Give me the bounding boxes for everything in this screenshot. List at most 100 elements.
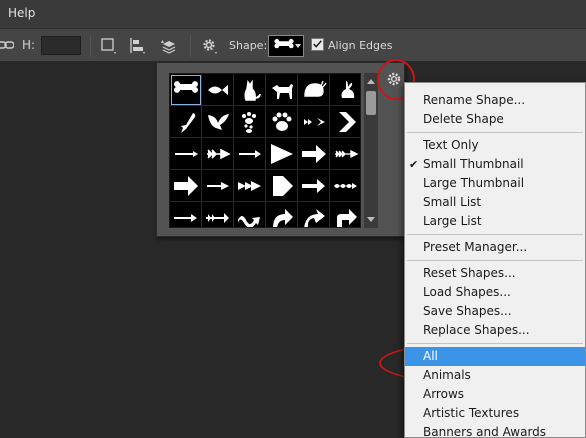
menu-item-arrows[interactable]: Arrows — [405, 385, 585, 404]
block-arrow-icon — [173, 175, 198, 196]
arrow-right-2-icon — [301, 178, 325, 193]
shape-snail[interactable] — [298, 74, 330, 106]
toolbar-separator — [190, 35, 191, 57]
menu-help[interactable]: Help — [8, 6, 35, 20]
shape-picker-button[interactable] — [268, 35, 304, 57]
dove-icon — [207, 113, 229, 130]
shape-bone[interactable] — [170, 74, 202, 106]
menu-item-large-list[interactable]: Large List — [405, 212, 585, 231]
shape-double-chevron-arrow[interactable] — [234, 170, 266, 202]
menu-item-load-shapes[interactable]: Load Shapes... — [405, 283, 585, 302]
scroll-down-icon[interactable] — [367, 217, 375, 222]
menu-separator — [407, 343, 583, 344]
double-chevron-arrow-icon — [237, 180, 261, 191]
menu-item-rename-shape[interactable]: Rename Shape... — [405, 91, 585, 110]
shape-bird[interactable] — [170, 106, 202, 138]
menu-item-artistic-textures[interactable]: Artistic Textures — [405, 404, 585, 423]
bone-icon — [274, 38, 294, 49]
shape-pentagon-arrow[interactable] — [266, 170, 298, 202]
shape-presets-menu: Rename Shape... Delete Shape Text Only Smal… — [404, 82, 586, 438]
paw-icon — [272, 112, 291, 131]
shape-barb-arrow[interactable] — [202, 202, 234, 227]
shape-dove[interactable] — [202, 106, 234, 138]
menu-item-label: Banners and Awards — [423, 425, 547, 438]
gear-icon[interactable] — [201, 37, 219, 55]
path-operations-icon[interactable] — [100, 37, 118, 55]
menu-item-label: Load Shapes... — [423, 285, 511, 299]
shape-long-arrow[interactable] — [170, 202, 202, 227]
menu-item-all[interactable]: All — [405, 347, 585, 366]
shape-dog[interactable] — [266, 74, 298, 106]
shape-fish[interactable] — [202, 74, 234, 106]
menu-item-label: Text Only — [423, 138, 479, 152]
scroll-thumb[interactable] — [366, 91, 376, 115]
shape-picker-panel — [156, 62, 405, 237]
curved-arrow-icon — [272, 208, 293, 227]
shape-arrow-right-bold[interactable] — [298, 138, 330, 170]
shape-arrow-right-2[interactable] — [298, 170, 330, 202]
wavy-arrow-icon — [333, 182, 357, 189]
menu-item-label: Animals — [423, 368, 471, 382]
height-input[interactable] — [41, 36, 81, 55]
menu-item-label: Rename Shape... — [423, 93, 526, 107]
pentagon-arrow-icon — [272, 175, 293, 196]
menu-item-animals[interactable]: Animals — [405, 366, 585, 385]
menu-item-save-shapes[interactable]: Save Shapes... — [405, 302, 585, 321]
menu-item-label: Replace Shapes... — [423, 323, 530, 337]
shape-curved-arrow[interactable] — [266, 202, 298, 227]
path-arrangement-icon[interactable] — [160, 37, 178, 55]
triangle-arrow-icon — [270, 143, 293, 164]
shape-rabbit[interactable] — [330, 74, 360, 106]
shape-thin-arrow-2[interactable] — [202, 170, 234, 202]
feather-arrow-icon — [302, 117, 325, 126]
menu-item-banners-and-awards[interactable]: Banners and Awards — [405, 423, 585, 438]
shape-wavy-arrow[interactable] — [330, 170, 360, 202]
options-bar: H: Shape: Align Edges — [0, 28, 586, 62]
shape-turn-arrow[interactable] — [330, 202, 360, 227]
menu-item-label: All — [423, 349, 438, 363]
align-edges-checkbox[interactable] — [311, 38, 324, 51]
menu-item-delete-shape[interactable]: Delete Shape — [405, 110, 585, 129]
shape-triangle-arrow[interactable] — [266, 138, 298, 170]
checkmark-icon — [313, 40, 322, 48]
shape-squiggle-arrow[interactable] — [234, 202, 266, 227]
scroll-up-icon[interactable] — [367, 79, 375, 84]
shape-curved-arrow-2[interactable] — [298, 202, 330, 227]
menu-item-replace-shapes[interactable]: Replace Shapes... — [405, 321, 585, 340]
barb-arrow-icon — [205, 212, 229, 223]
link-icon[interactable] — [0, 39, 14, 51]
height-label: H: — [22, 38, 36, 52]
shape-paw-prints[interactable] — [234, 106, 266, 138]
long-arrow-icon — [173, 213, 197, 222]
path-alignment-icon[interactable] — [129, 37, 147, 55]
shape-feather-arrow-2[interactable] — [202, 138, 234, 170]
feather-arrow-2-icon — [206, 148, 231, 159]
menu-item-preset-manager[interactable]: Preset Manager... — [405, 238, 585, 257]
menu-separator — [407, 234, 583, 235]
shape-grid-scrollbar[interactable] — [364, 73, 378, 228]
cat-icon — [243, 79, 261, 101]
shape-block-arrow[interactable] — [170, 170, 202, 202]
menu-item-text-only[interactable]: Text Only — [405, 136, 585, 155]
shape-long-feather-arrow[interactable] — [330, 138, 360, 170]
shape-cat[interactable] — [234, 74, 266, 106]
menu-bar: Help — [0, 0, 586, 28]
shape-grid — [169, 73, 361, 228]
paw-prints-icon — [241, 111, 256, 133]
rabbit-icon — [341, 80, 354, 98]
shape-chevron-right[interactable] — [330, 106, 360, 138]
menu-item-large-thumbnail[interactable]: Large Thumbnail — [405, 174, 585, 193]
shape-paw[interactable] — [266, 106, 298, 138]
menu-item-small-thumbnail[interactable]: Small Thumbnail ✔ — [405, 155, 585, 174]
fish-icon — [207, 84, 228, 95]
dog-icon — [271, 83, 293, 99]
shape-thin-arrow[interactable] — [170, 138, 202, 170]
bird-icon — [180, 112, 195, 133]
shape-arrow-right[interactable] — [234, 138, 266, 170]
menu-item-label: Reset Shapes... — [423, 266, 516, 280]
menu-item-small-list[interactable]: Small List — [405, 193, 585, 212]
menu-item-label: Artistic Textures — [423, 406, 520, 420]
menu-item-label: Large Thumbnail — [423, 176, 525, 190]
menu-item-reset-shapes[interactable]: Reset Shapes... — [405, 264, 585, 283]
shape-feather-arrow[interactable] — [298, 106, 330, 138]
